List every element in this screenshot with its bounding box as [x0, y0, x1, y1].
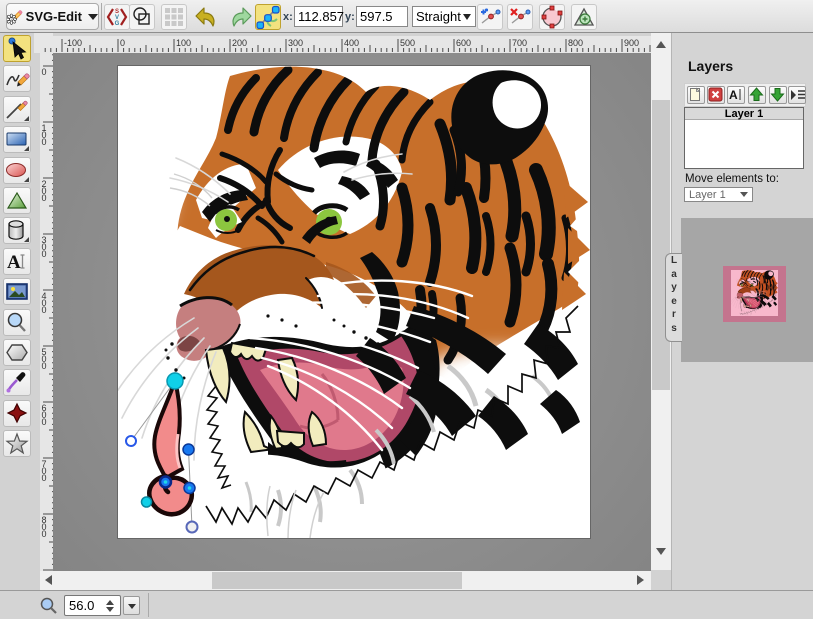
svg-text:700: 700 [512, 38, 527, 48]
svg-text:0: 0 [42, 137, 47, 147]
svg-text:800: 800 [568, 38, 583, 48]
svg-text:0: 0 [42, 417, 47, 427]
svg-text:0: 0 [42, 193, 47, 203]
svg-text:0: 0 [42, 305, 47, 315]
svg-text:A: A [7, 252, 21, 273]
svg-text:400: 400 [344, 38, 359, 48]
svg-text:0: 0 [42, 249, 47, 259]
svg-text:200: 200 [232, 38, 247, 48]
svg-text:0: 0 [120, 38, 125, 48]
svg-text:0: 0 [42, 361, 47, 371]
svg-text:0: 0 [42, 529, 47, 539]
svg-text:600: 600 [456, 38, 471, 48]
svg-text:500: 500 [400, 38, 415, 48]
svg-text:A: A [729, 88, 738, 102]
svg-text:0: 0 [42, 473, 47, 483]
svg-text:900: 900 [624, 38, 639, 48]
svg-text:300: 300 [288, 38, 303, 48]
svg-text:-100: -100 [64, 38, 82, 48]
svg-text:0: 0 [42, 67, 47, 77]
svg-text:100: 100 [176, 38, 191, 48]
svg-text:G: G [115, 21, 120, 27]
